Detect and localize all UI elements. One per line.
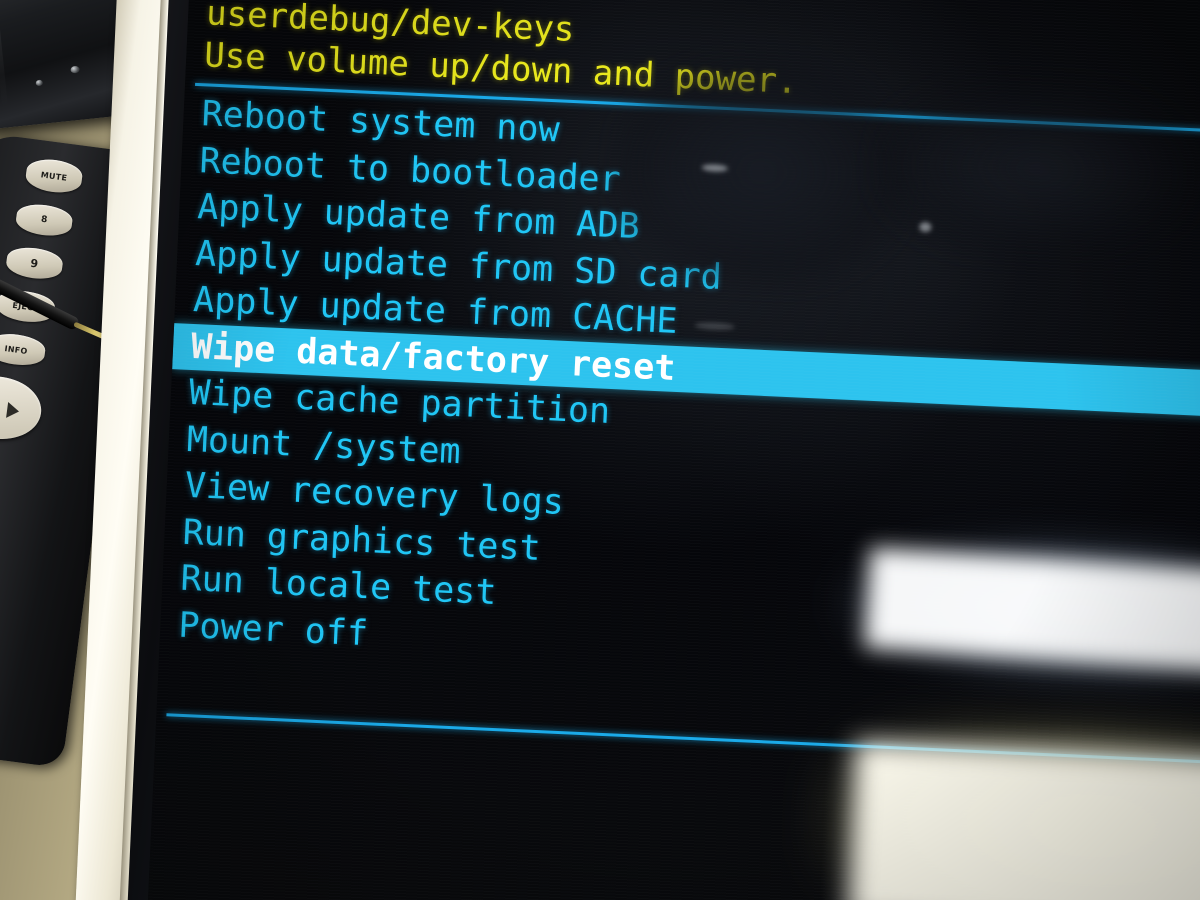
device-screw-icon (35, 79, 44, 87)
recovery-menu[interactable]: Reboot system now Reboot to bootloader A… (159, 90, 1200, 698)
remote-button-mute[interactable]: MUTE (24, 156, 84, 196)
photo-scene: MUTE 8 9 EJECT INFO EXIT CH (0, 0, 1200, 900)
android-recovery-ui: userdebug/dev-keys Use volume up/down an… (144, 0, 1200, 900)
remote-button-9[interactable]: 9 (4, 244, 65, 282)
separator-bottom (166, 713, 1200, 768)
device-screw-icon (70, 65, 80, 74)
chevron-right-icon (6, 401, 21, 420)
remote-dpad[interactable] (0, 371, 46, 445)
monitor-screen: userdebug/dev-keys Use volume up/down an… (143, 0, 1200, 900)
remote-button-8[interactable]: 8 (14, 201, 74, 239)
remote-button-info[interactable]: INFO (0, 330, 47, 369)
